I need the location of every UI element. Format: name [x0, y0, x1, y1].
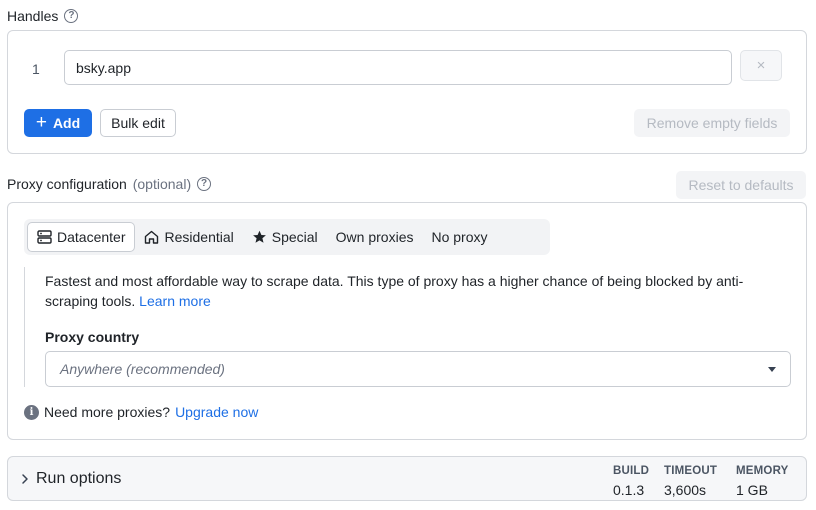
- remove-empty-fields-button[interactable]: Remove empty fields: [634, 109, 790, 137]
- row-index: 1: [32, 61, 40, 77]
- memory-stat: MEMORY 1 GB: [736, 462, 789, 500]
- chevron-right-icon: [20, 472, 30, 486]
- proxy-country-select[interactable]: Anywhere (recommended): [45, 351, 791, 387]
- remove-row-button[interactable]: ×: [740, 50, 782, 81]
- proxy-label: Proxy configuration: [7, 176, 127, 192]
- help-icon[interactable]: ?: [197, 177, 211, 191]
- handles-label: Handles: [7, 8, 58, 24]
- tab-label: Own proxies: [336, 229, 414, 245]
- star-icon: [252, 230, 267, 244]
- notice-text: Need more proxies?: [44, 404, 170, 420]
- timeout-stat: TIMEOUT 3,600s: [664, 462, 717, 500]
- proxy-country-label: Proxy country: [45, 329, 139, 345]
- plus-icon: +: [36, 113, 47, 132]
- learn-more-link[interactable]: Learn more: [139, 293, 211, 309]
- help-icon[interactable]: ?: [64, 9, 78, 23]
- stat-key: MEMORY: [736, 462, 789, 481]
- proxy-label-row: Proxy configuration (optional) ?: [7, 176, 211, 192]
- caret-down-icon: [768, 367, 776, 372]
- handles-label-row: Handles ?: [7, 8, 78, 24]
- stat-value: 3,600s: [664, 481, 717, 500]
- tab-label: Datacenter: [57, 229, 125, 245]
- close-icon: ×: [757, 57, 766, 74]
- stat-key: BUILD: [613, 462, 649, 481]
- tab-datacenter[interactable]: Datacenter: [27, 222, 135, 252]
- upgrade-notice: i Need more proxies? Upgrade now: [24, 404, 258, 420]
- optional-label: (optional): [133, 176, 191, 192]
- tab-label: Residential: [164, 229, 233, 245]
- stat-value: 1 GB: [736, 481, 789, 500]
- proxy-tabs: Datacenter Residential Special Own proxi…: [24, 219, 550, 255]
- build-stat: BUILD 0.1.3: [613, 462, 649, 500]
- server-icon: [37, 230, 52, 244]
- proxy-description: Fastest and most affordable way to scrap…: [45, 271, 775, 311]
- stat-value: 0.1.3: [613, 481, 649, 500]
- tab-residential[interactable]: Residential: [135, 222, 242, 252]
- proxy-details: Fastest and most affordable way to scrap…: [24, 267, 794, 387]
- add-button-label: Add: [53, 115, 80, 131]
- tab-label: No proxy: [431, 229, 487, 245]
- bulk-edit-button[interactable]: Bulk edit: [100, 109, 176, 137]
- proxy-country-placeholder: Anywhere (recommended): [60, 361, 225, 377]
- upgrade-now-link[interactable]: Upgrade now: [175, 404, 258, 420]
- reset-defaults-button[interactable]: Reset to defaults: [676, 171, 806, 199]
- run-options-title: Run options: [36, 470, 121, 488]
- home-icon: [144, 230, 159, 244]
- tab-special[interactable]: Special: [243, 222, 327, 252]
- stat-key: TIMEOUT: [664, 462, 717, 481]
- tab-label: Special: [272, 229, 318, 245]
- info-icon: i: [24, 405, 39, 420]
- add-button[interactable]: + Add: [24, 109, 92, 137]
- handle-input[interactable]: bsky.app: [64, 50, 732, 85]
- tab-own-proxies[interactable]: Own proxies: [327, 222, 423, 252]
- tab-no-proxy[interactable]: No proxy: [422, 222, 496, 252]
- run-options-panel[interactable]: Run options BUILD 0.1.3 TIMEOUT 3,600s M…: [7, 456, 807, 501]
